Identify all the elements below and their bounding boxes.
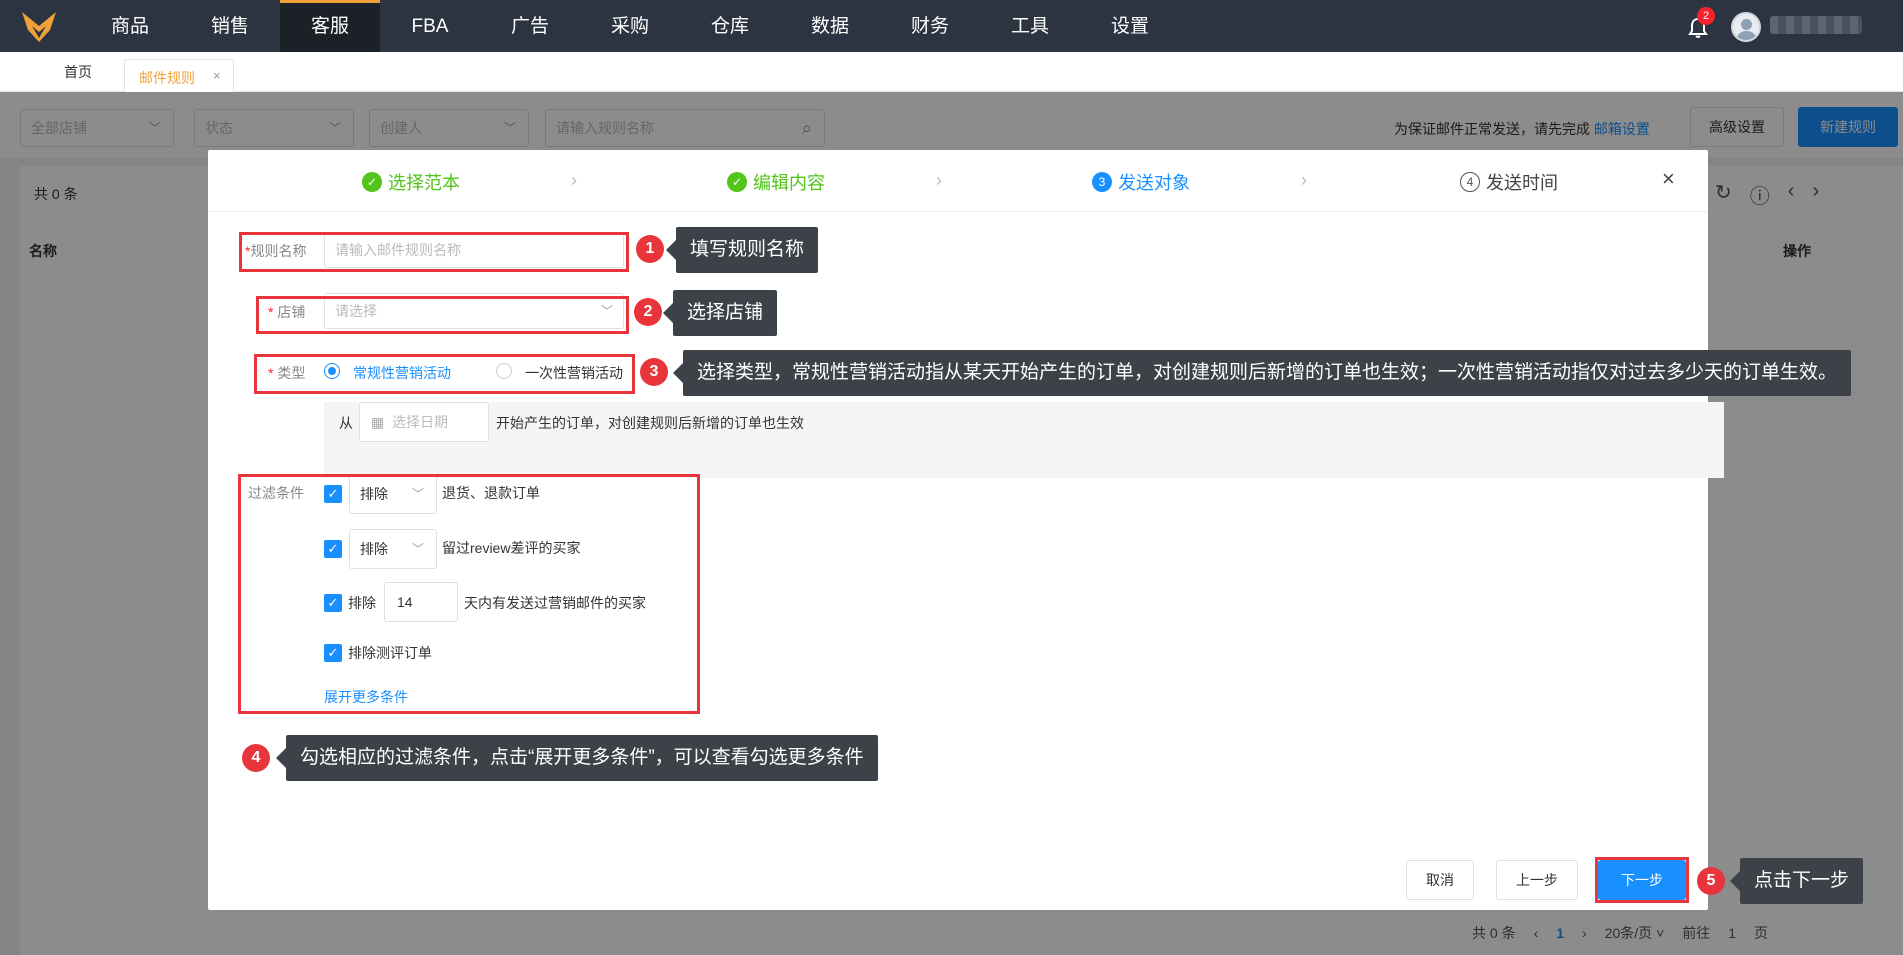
annotation-number-3: 3 bbox=[640, 358, 668, 386]
date-picker-placeholder: 选择日期 bbox=[392, 414, 448, 430]
date-picker-input[interactable]: ▦ 选择日期 bbox=[359, 402, 489, 442]
chevron-down-icon: ﹀ bbox=[411, 487, 424, 501]
filter-bad-review-checkbox[interactable]: ✓ bbox=[324, 540, 342, 558]
step-label: 编辑内容 bbox=[753, 173, 825, 193]
new-rule-modal: ✓ 选择范本 › ✓ 编辑内容 › 3 发送对象 › 4 发送时间 × *规则名称 请输… bbox=[208, 150, 1724, 910]
step-label: 发送对象 bbox=[1118, 173, 1190, 193]
nav-item-purchase[interactable]: 采购 bbox=[580, 0, 680, 52]
store-select-placeholder: 请选择 bbox=[335, 303, 377, 319]
filter-refund-text: 退货、退款订单 bbox=[442, 485, 540, 501]
rule-name-label-text: 规则名称 bbox=[250, 243, 307, 259]
top-nav: 商品 销售 客服 FBA 广告 采购 仓库 数据 财务 工具 设置 2 bbox=[0, 0, 1903, 52]
nav-item-tools[interactable]: 工具 bbox=[980, 0, 1080, 52]
type-label: * 类型 bbox=[268, 363, 305, 383]
filter-review-order-text: 排除测评订单 bbox=[348, 645, 432, 661]
notification-badge: 2 bbox=[1697, 7, 1715, 25]
annotation-number-5: 5 bbox=[1697, 867, 1725, 895]
type-option-regular[interactable]: 常规性营销活动 bbox=[353, 363, 451, 383]
nav-item-warehouse[interactable]: 仓库 bbox=[680, 0, 780, 52]
avatar-head bbox=[1741, 19, 1752, 30]
filter-review-order-checkbox[interactable]: ✓ bbox=[324, 644, 342, 662]
step-select-template: ✓ 选择范本 bbox=[362, 169, 460, 195]
tab-mail-rules-label: 邮件规则 bbox=[139, 70, 195, 86]
type-radio-regular[interactable] bbox=[324, 363, 340, 379]
required-mark: * bbox=[268, 304, 274, 320]
calendar-icon: ▦ bbox=[371, 414, 385, 430]
type-radio-one-time[interactable] bbox=[496, 363, 512, 379]
chevron-right-icon: › bbox=[936, 170, 942, 190]
nav-item-customer-service[interactable]: 客服 bbox=[280, 0, 380, 52]
avatar-body bbox=[1736, 31, 1757, 40]
expand-more-conditions-link[interactable]: 展开更多条件 bbox=[324, 687, 408, 707]
tab-home[interactable]: 首页 bbox=[50, 52, 106, 92]
filter-bad-review-text: 留过review差评的买家 bbox=[442, 540, 581, 556]
step-label: 发送时间 bbox=[1486, 173, 1558, 193]
nav-item-products[interactable]: 商品 bbox=[80, 0, 180, 52]
nav-item-sales[interactable]: 销售 bbox=[180, 0, 280, 52]
step-send-time: 4 发送时间 bbox=[1460, 169, 1558, 195]
store-label: * 店铺 bbox=[268, 302, 305, 322]
type-option-one-time[interactable]: 一次性营销活动 bbox=[525, 363, 623, 383]
annotation-callout-4: 勾选相应的过滤条件，点击“展开更多条件”，可以查看勾选更多条件 bbox=[276, 735, 878, 781]
filter-refund-select-value: 排除 bbox=[360, 486, 388, 502]
annotation-callout-1: 填写规则名称 bbox=[665, 227, 819, 273]
step-number-icon: 4 bbox=[1460, 172, 1480, 192]
filter-bad-review-select-value: 排除 bbox=[360, 541, 388, 557]
step-send-target: 3 发送对象 bbox=[1092, 169, 1190, 195]
nav-item-data[interactable]: 数据 bbox=[780, 0, 880, 52]
cancel-button[interactable]: 取消 bbox=[1406, 860, 1474, 900]
step-label: 选择范本 bbox=[388, 173, 460, 193]
date-suffix: 开始产生的订单，对创建规则后新增的订单也生效 bbox=[496, 415, 804, 431]
close-icon[interactable]: × bbox=[1662, 166, 1675, 192]
annotation-number-2: 2 bbox=[634, 298, 662, 326]
tab-mail-rules[interactable]: 邮件规则 × bbox=[124, 59, 234, 92]
rule-name-label: *规则名称 bbox=[245, 241, 306, 261]
nav-menu: 商品 销售 客服 FBA 广告 采购 仓库 数据 财务 工具 设置 bbox=[80, 0, 1180, 52]
filter-recent-mail-prefix: 排除 bbox=[348, 595, 376, 611]
step-indicator: ✓ 选择范本 › ✓ 编辑内容 › 3 发送对象 › 4 发送时间 × bbox=[208, 150, 1708, 212]
check-circle-icon: ✓ bbox=[727, 172, 747, 192]
chevron-right-icon: › bbox=[1301, 170, 1307, 190]
required-mark: * bbox=[268, 365, 274, 381]
nav-item-ads[interactable]: 广告 bbox=[480, 0, 580, 52]
tab-bar: 首页 邮件规则 × bbox=[0, 52, 1903, 92]
step-number-icon: 3 bbox=[1092, 172, 1112, 192]
tab-close-icon[interactable]: × bbox=[213, 68, 221, 83]
store-label-text: 店铺 bbox=[277, 304, 306, 320]
filter-recent-mail-checkbox[interactable]: ✓ bbox=[324, 594, 342, 612]
chevron-down-icon: ﹀ bbox=[600, 304, 613, 318]
next-step-button[interactable]: 下一步 bbox=[1598, 860, 1686, 900]
username-redacted bbox=[1770, 16, 1862, 34]
nav-item-finance[interactable]: 财务 bbox=[880, 0, 980, 52]
filter-days-input[interactable]: 14 bbox=[384, 582, 458, 622]
nav-item-fba[interactable]: FBA bbox=[380, 0, 480, 52]
prev-step-button[interactable]: 上一步 bbox=[1496, 860, 1578, 900]
rule-name-placeholder: 请输入邮件规则名称 bbox=[335, 242, 461, 258]
store-select[interactable]: 请选择 ﹀ bbox=[324, 293, 624, 329]
chevron-down-icon: ﹀ bbox=[411, 542, 424, 556]
annotation-number-4: 4 bbox=[242, 744, 270, 772]
chevron-right-icon: › bbox=[571, 170, 577, 190]
filter-bad-review-select[interactable]: 排除 ﹀ bbox=[349, 529, 437, 569]
nav-item-settings[interactable]: 设置 bbox=[1080, 0, 1180, 52]
annotation-callout-5: 点击下一步 bbox=[1729, 858, 1864, 904]
check-circle-icon: ✓ bbox=[362, 172, 382, 192]
annotation-callout-3: 选择类型，常规性营销活动指从某天开始产生的订单，对创建规则后新增的订单也生效；一… bbox=[672, 350, 1852, 396]
date-prefix: 从 bbox=[339, 415, 353, 431]
step-edit-content: ✓ 编辑内容 bbox=[727, 169, 825, 195]
annotation-callout-2: 选择店铺 bbox=[662, 290, 778, 336]
filter-refund-select[interactable]: 排除 ﹀ bbox=[349, 474, 437, 514]
filter-recent-mail-suffix: 天内有发送过营销邮件的买家 bbox=[464, 595, 646, 611]
fox-logo-icon[interactable] bbox=[22, 12, 56, 42]
type-label-text: 类型 bbox=[277, 365, 306, 381]
filter-refund-checkbox[interactable]: ✓ bbox=[324, 485, 342, 503]
rule-name-input[interactable]: 请输入邮件规则名称 bbox=[324, 232, 624, 268]
filter-conditions-label: 过滤条件 bbox=[248, 485, 304, 501]
avatar[interactable] bbox=[1731, 12, 1761, 42]
annotation-number-1: 1 bbox=[636, 235, 664, 263]
